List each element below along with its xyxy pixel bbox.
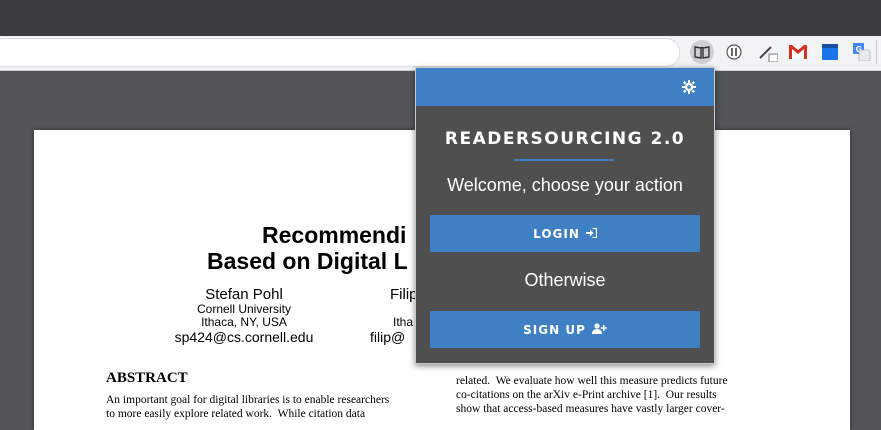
pen-extension-icon[interactable]	[756, 40, 780, 64]
author-block-1: Stefan Pohl Cornell University Ithaca, N…	[164, 286, 324, 345]
body-line: co-citations on the arXiv e-Print archiv…	[456, 389, 717, 401]
signup-button[interactable]: SIGN UP	[430, 311, 700, 348]
author-location: Ithaca, NY, USA	[201, 315, 287, 329]
author-name: Stefan Pohl	[205, 286, 283, 303]
body-line: related. We evaluate how well this measu…	[456, 375, 728, 387]
welcome-text: Welcome, choose your action	[447, 175, 683, 195]
abstract-line: to more easily explore related work. Whi…	[106, 408, 366, 420]
signup-button-label: SIGN UP	[523, 322, 586, 337]
extension-popup: READERSOURCING 2.0 Welcome, choose your …	[415, 67, 715, 364]
round-extension-icon[interactable]	[722, 40, 746, 64]
toolbar-divider	[876, 40, 877, 64]
body-line: show that access-based measures have vas…	[456, 403, 725, 415]
title-underline	[514, 159, 614, 161]
login-button-label: LOGIN	[533, 226, 580, 241]
login-button[interactable]: LOGIN	[430, 215, 700, 252]
popup-header	[416, 68, 714, 106]
author-email: sp424@cs.cornell.edu	[174, 329, 314, 345]
popup-title: READERSOURCING 2.0	[444, 129, 686, 149]
otherwise-text: Otherwise	[524, 270, 606, 290]
address-bar[interactable]	[0, 38, 680, 67]
abstract-line: An important goal for digital libraries …	[106, 394, 390, 406]
abstract-heading: ABSTRACT	[106, 370, 188, 386]
sign-in-icon	[585, 227, 598, 241]
translate-icon[interactable]: G	[850, 40, 874, 64]
browser-tab-strip	[0, 0, 881, 36]
gmail-icon[interactable]	[786, 40, 810, 64]
calendar-extension-icon[interactable]	[818, 40, 842, 64]
user-plus-icon	[591, 322, 607, 337]
readersourcing-book-icon[interactable]	[690, 40, 714, 64]
gear-icon[interactable]	[682, 80, 696, 94]
